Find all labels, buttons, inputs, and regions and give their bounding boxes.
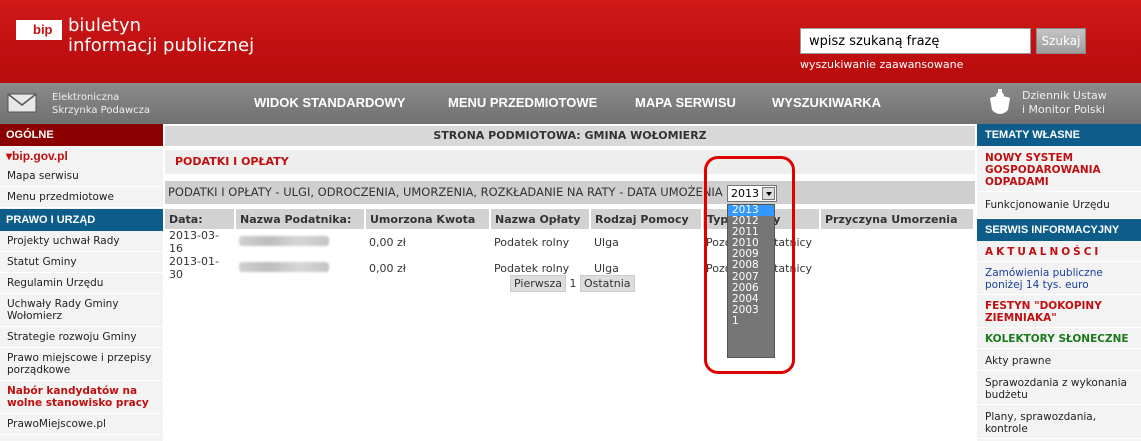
cell-name bbox=[235, 229, 365, 255]
cell-name bbox=[235, 255, 365, 281]
sidebar-item-statut-gminy[interactable]: Statut Gminy bbox=[0, 252, 163, 273]
link-kolektory[interactable]: KOLEKTORY SŁONECZNE bbox=[977, 328, 1141, 349]
table-row[interactable]: 2013-03-16 0,00 zł Podatek rolny Ulga Po… bbox=[165, 229, 974, 255]
cell-reason bbox=[820, 229, 974, 255]
cell-fee-name: Podatek rolny bbox=[494, 235, 570, 249]
mail-icon[interactable] bbox=[7, 93, 37, 113]
nav-widok-standardowy[interactable]: WIDOK STANDARDOWY bbox=[254, 95, 405, 110]
site-header: bip biuletyn informacji publicznej Szuka… bbox=[0, 0, 1141, 83]
redacted-name bbox=[239, 235, 329, 246]
dziennik-line2: i Monitor Polski bbox=[1022, 103, 1106, 116]
pager-first-button[interactable]: Pierwsza bbox=[510, 275, 566, 292]
bipgov-link[interactable]: ▾bip.gov.pl bbox=[0, 146, 163, 166]
cell-amount: 0,00 zł bbox=[369, 235, 406, 249]
bipgov-label: bip.gov.pl bbox=[12, 149, 68, 163]
pager-current: 1 bbox=[569, 277, 577, 290]
sidebar-item-menu-przedmiotowe[interactable]: Menu przedmiotowe bbox=[0, 187, 163, 208]
right-sidebar: TEMATY WŁASNE NOWY SYSTEM GOSPODAROWANIA… bbox=[977, 124, 1141, 441]
section-title: PODATKI I OPŁATY bbox=[165, 150, 975, 174]
link-sprawozdania[interactable]: Sprawozdania z wykonania budżetu bbox=[977, 371, 1141, 405]
section-prawo-i-urzad: PRAWO I URZĄD bbox=[0, 209, 163, 231]
link-plany[interactable]: Plany, sprawozdania, kontrole bbox=[977, 405, 1141, 439]
pager-last-button[interactable]: Ostatnia bbox=[579, 275, 635, 292]
bip-logo[interactable]: bip bbox=[16, 20, 62, 58]
nav-menu-przedmiotowe[interactable]: MENU PRZEDMIOTOWE bbox=[448, 95, 597, 110]
link-funkcjonowanie-urzedu[interactable]: Funkcjonowanie Urzędu bbox=[977, 192, 1141, 219]
col-umorzona-kwota[interactable]: Umorzona Kwota bbox=[365, 209, 491, 229]
dziennik-ustaw-link[interactable]: Dziennik Ustaw i Monitor Polski bbox=[1022, 89, 1137, 117]
nav-wyszukiwarka[interactable]: WYSZUKIWARKA bbox=[772, 95, 881, 110]
redacted-name bbox=[239, 261, 329, 272]
logo-text[interactable]: biuletyn informacji publicznej bbox=[68, 16, 254, 56]
logo-red-band bbox=[16, 40, 62, 58]
data-table: Data: Nazwa Podatnika: Umorzona Kwota Na… bbox=[165, 209, 975, 281]
nav-mapa-serwisu[interactable]: MAPA SERWISU bbox=[635, 95, 736, 110]
logo-mark: bip bbox=[33, 22, 53, 37]
table-header-row: Data: Nazwa Podatnika: Umorzona Kwota Na… bbox=[165, 209, 975, 229]
cell-date: 2013-01-30 bbox=[169, 255, 219, 281]
link-nowy-system[interactable]: NOWY SYSTEM GOSPODAROWANIA ODPADAMI bbox=[977, 146, 1141, 192]
dziennik-line1: Dziennik Ustaw bbox=[1022, 89, 1107, 102]
col-nazwa-podatnika[interactable]: Nazwa Podatnika: bbox=[235, 209, 366, 229]
section-tematy-wlasne: TEMATY WŁASNE bbox=[977, 124, 1141, 146]
logo-line1: biuletyn bbox=[68, 15, 142, 36]
col-nazwa-oplaty[interactable]: Nazwa Opłaty bbox=[490, 209, 591, 229]
sidebar-item-mapa-serwisu[interactable]: Mapa serwisu bbox=[0, 166, 163, 187]
epuap-line2: Skrzynka Podawcza bbox=[52, 105, 150, 116]
cell-reason bbox=[820, 255, 974, 281]
epuap-link[interactable]: Elektroniczna Skrzynka Podawcza bbox=[52, 91, 162, 117]
epuap-line1: Elektroniczna bbox=[52, 92, 120, 103]
logo-line2: informacji publicznej bbox=[68, 35, 255, 56]
annotation-highlight bbox=[704, 156, 795, 374]
col-rodzaj-pomocy[interactable]: Rodzaj Pomocy bbox=[590, 209, 703, 229]
col-przyczyna-umorzenia[interactable]: Przyczyna Umorzenia bbox=[820, 209, 975, 229]
sidebar-item-nabor[interactable]: Nabór kandydatów na wolne stanowisko pra… bbox=[0, 381, 163, 414]
main-content: STRONA PODMIOTOWA: GMINA WOŁOMIERZ PODAT… bbox=[165, 124, 975, 441]
link-zamowienia[interactable]: Zamówienia publiczne poniżej 14 tys. eur… bbox=[977, 262, 1141, 295]
sidebar-item-regulamin-urzedu[interactable]: Regulamin Urzędu bbox=[0, 273, 163, 294]
link-aktualnosci[interactable]: AKTUALNOŚCI bbox=[977, 241, 1141, 262]
search-button[interactable]: Szukaj bbox=[1036, 28, 1086, 54]
advanced-search-link[interactable]: wyszukiwanie zaawansowane bbox=[800, 58, 963, 71]
col-data[interactable]: Data: bbox=[165, 209, 236, 229]
sidebar-item-prawo-miejscowe[interactable]: Prawo miejscowe i przepisy porządkowe bbox=[0, 348, 163, 381]
section-serwis-informacyjny: SERWIS INFORMACYJNY bbox=[977, 219, 1141, 241]
cell-aid-kind: Ulga bbox=[594, 235, 619, 249]
page-title: STRONA PODMIOTOWA: GMINA WOŁOMIERZ bbox=[165, 126, 975, 146]
sidebar-item-projekty-uchwal[interactable]: Projekty uchwał Rady bbox=[0, 231, 163, 252]
cell-date: 2013-03-16 bbox=[169, 229, 219, 255]
section-ogolne: OGÓLNE bbox=[0, 124, 163, 146]
sidebar-item-prawomiejscowe-pl[interactable]: PrawoMiejscowe.pl bbox=[0, 414, 163, 435]
main-navbar: Elektroniczna Skrzynka Podawcza WIDOK ST… bbox=[0, 83, 1141, 124]
eagle-emblem-icon[interactable] bbox=[986, 88, 1014, 120]
cell-amount: 0,00 zł bbox=[369, 261, 406, 275]
pagination: Pierwsza 1 Ostatnia bbox=[510, 275, 635, 292]
page-root: bip biuletyn informacji publicznej Szuka… bbox=[0, 0, 1141, 441]
link-festyn[interactable]: FESTYN "DOKOPINY ZIEMNIAKA" bbox=[977, 295, 1141, 328]
link-akty-prawne[interactable]: Akty prawne bbox=[977, 349, 1141, 371]
filter-label: PODATKI I OPŁATY - ULGI, ODROCZENIA, UMO… bbox=[165, 181, 975, 204]
sidebar-item-uchwaly-rady[interactable]: Uchwały Rady Gminy Wołomierz bbox=[0, 294, 163, 327]
left-sidebar: OGÓLNE ▾bip.gov.pl Mapa serwisu Menu prz… bbox=[0, 124, 163, 441]
search-input[interactable] bbox=[800, 28, 1031, 54]
sidebar-item-strategie[interactable]: Strategie rozwoju Gminy bbox=[0, 327, 163, 348]
